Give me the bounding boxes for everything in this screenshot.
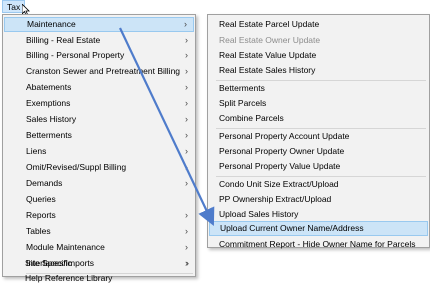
submenu-item-re-owner-update: Real Estate Owner Update xyxy=(219,35,321,45)
submenu-item-upload-sales-history[interactable]: Upload Sales History xyxy=(209,207,428,222)
submenu-item-pp-value-update[interactable]: Personal Property Value Update xyxy=(209,159,428,174)
maintenance-submenu: Real Estate Parcel Update Real Estate Ow… xyxy=(207,14,430,249)
submenu-item-re-value-update[interactable]: Real Estate Value Update xyxy=(209,48,428,63)
submenu-item-commitment-report[interactable]: Commitment Report - Hide Owner Name for … xyxy=(209,237,428,252)
submenu-item-betterments[interactable]: Betterments xyxy=(209,81,428,96)
menu-bar: Tax xyxy=(0,0,430,16)
chevron-right-icon: › xyxy=(186,258,189,268)
submenu-item-combine-parcels[interactable]: Combine Parcels xyxy=(209,111,428,126)
submenu-item-pp-account-update[interactable]: Personal Property Account Update xyxy=(209,129,428,144)
submenu-item-re-sales-history[interactable]: Real Estate Sales History xyxy=(209,63,428,78)
submenu-item-re-parcel-update[interactable]: Real Estate Parcel Update xyxy=(209,17,428,32)
submenu-item-upload-current-owner[interactable]: Upload Current Owner Name/Address xyxy=(209,221,428,236)
submenu-item-split-parcels[interactable]: Split Parcels xyxy=(209,96,428,111)
submenu-item-condo-unit-size[interactable]: Condo Unit Size Extract/Upload xyxy=(209,177,428,192)
submenu-item-pp-ownership-extract[interactable]: PP Ownership Extract/Upload xyxy=(209,192,428,207)
menu-item-help-reference-library[interactable]: Help Reference Library xyxy=(3,274,195,283)
submenu-item-pp-owner-update[interactable]: Personal Property Owner Update xyxy=(209,144,428,159)
menu-item-site-specific[interactable]: Site Specific › xyxy=(3,256,195,271)
